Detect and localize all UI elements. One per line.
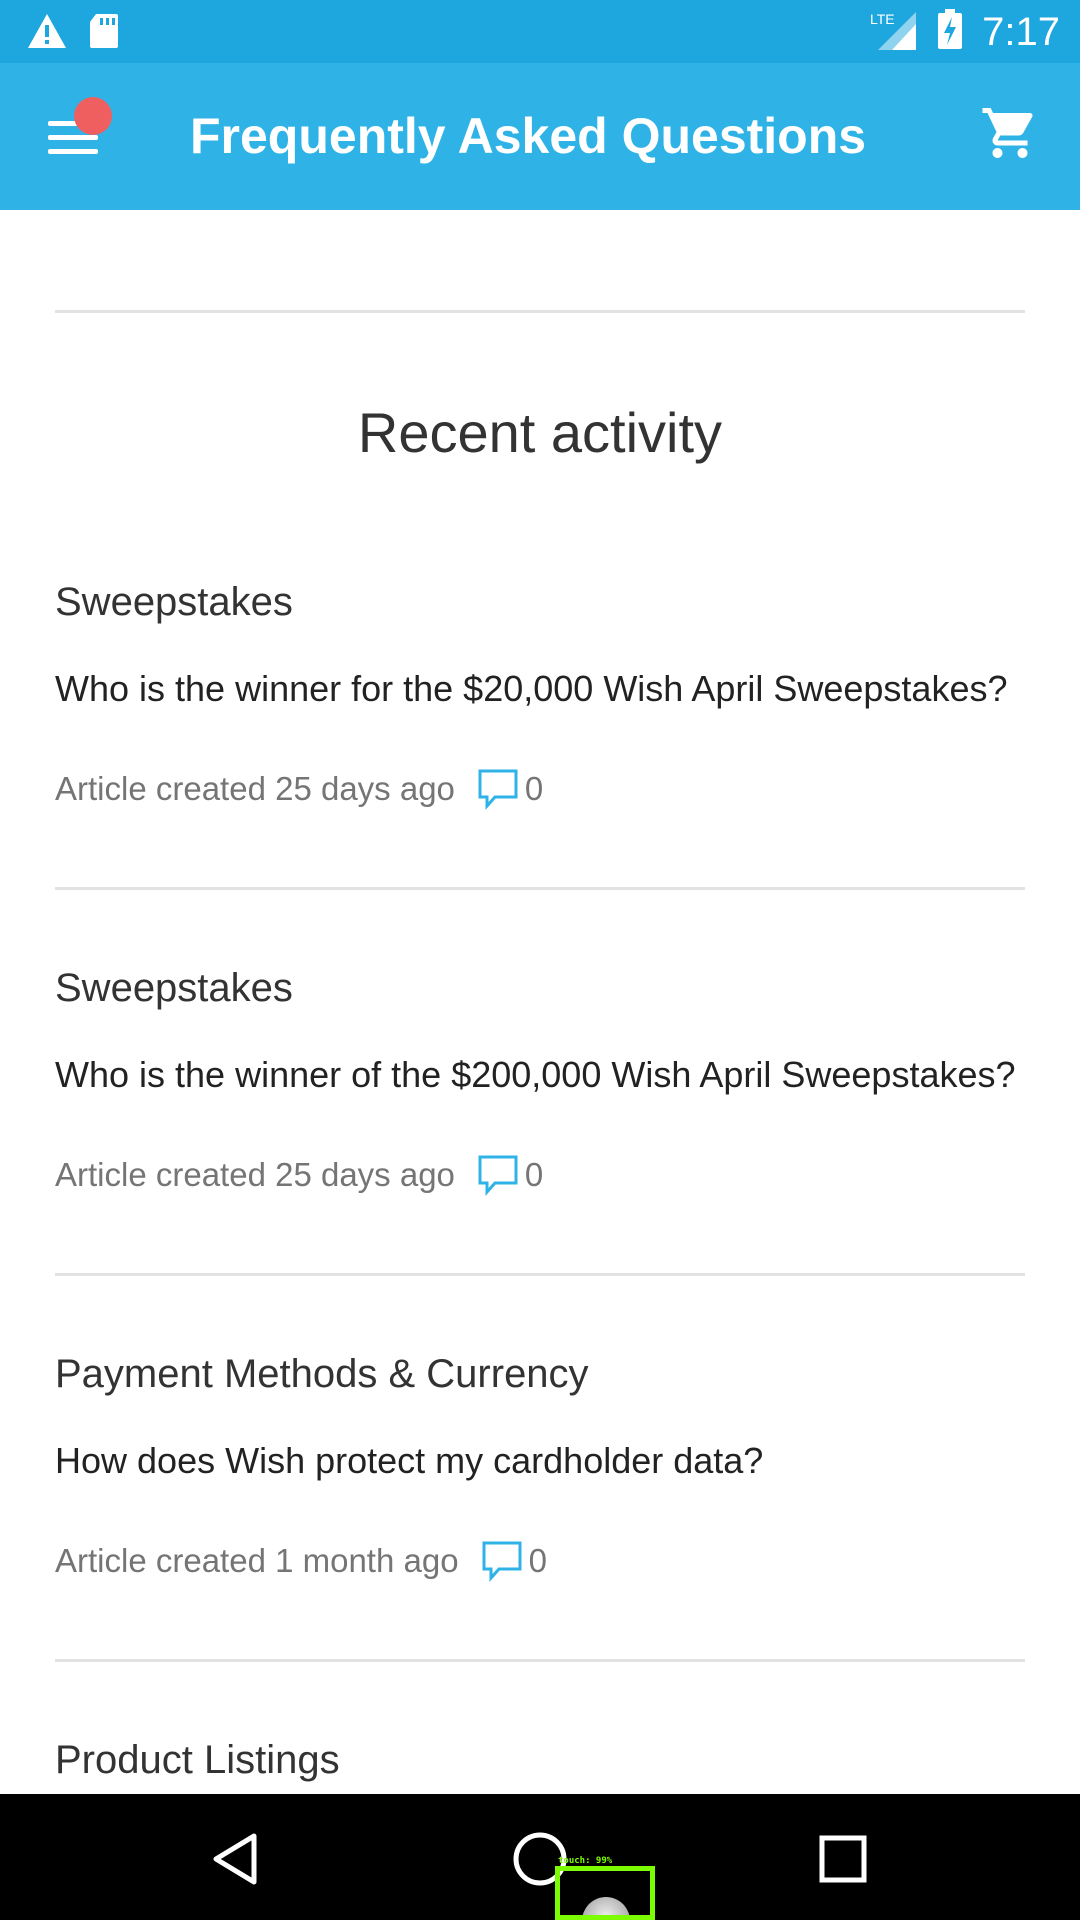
status-time: 7:17 <box>982 10 1060 54</box>
status-bar: LTE 7:17 <box>0 0 1080 63</box>
article-meta: Article created 25 days ago 0 <box>55 1154 543 1196</box>
warning-icon <box>26 12 68 55</box>
article-category[interactable]: Product Listings <box>55 1738 340 1783</box>
touch-point <box>582 1897 630 1915</box>
cart-button[interactable] <box>980 103 1050 173</box>
system-nav-bar <box>0 1794 1080 1920</box>
divider <box>55 310 1025 313</box>
comment-icon <box>481 1540 523 1582</box>
hamburger-menu-button[interactable] <box>40 97 112 173</box>
comment-count: 0 <box>524 1156 544 1193</box>
touch-indicator <box>555 1866 655 1920</box>
faq-content[interactable]: Recent activity Sweepstakes Who is the w… <box>0 210 1080 1794</box>
article-category[interactable]: Sweepstakes <box>55 966 293 1011</box>
article-category[interactable]: Payment Methods & Currency <box>55 1352 589 1397</box>
recents-icon <box>808 1835 878 1898</box>
article-created-text: Article created 25 days ago <box>55 1156 455 1193</box>
article-question-link[interactable]: Who is the winner of the $200,000 Wish A… <box>55 1054 1016 1096</box>
svg-text:LTE: LTE <box>870 11 895 27</box>
article-created-text: Article created 1 month ago <box>55 1542 459 1579</box>
section-title: Recent activity <box>357 401 723 464</box>
sd-card-icon <box>88 12 120 55</box>
back-icon <box>202 1833 272 1898</box>
comment-count: 0 <box>524 770 544 807</box>
back-button[interactable] <box>202 1824 272 1894</box>
divider <box>55 887 1025 890</box>
battery-charging-icon <box>936 9 964 56</box>
comment-icon <box>477 768 519 810</box>
shopping-cart-icon <box>980 108 1040 167</box>
divider <box>55 1273 1025 1276</box>
comment-count: 0 <box>528 1542 547 1579</box>
article-question-link[interactable]: Who is the winner for the $20,000 Wish A… <box>55 668 1008 710</box>
divider <box>55 1659 1025 1662</box>
touch-indicator-label: touch: 99% <box>558 1856 613 1866</box>
article-created-text: Article created 25 days ago <box>55 770 455 807</box>
page-title: Frequently Asked Questions <box>190 108 867 164</box>
notification-dot <box>74 97 112 135</box>
article-question-link[interactable]: How does Wish protect my cardholder data… <box>55 1440 763 1482</box>
recents-button[interactable] <box>808 1824 878 1894</box>
article-meta: Article created 1 month ago 0 <box>55 1540 547 1582</box>
article-meta: Article created 25 days ago 0 <box>55 768 543 810</box>
lte-signal-icon: LTE <box>870 8 918 57</box>
article-category[interactable]: Sweepstakes <box>55 580 293 625</box>
comment-icon <box>477 1154 519 1196</box>
app-bar: Frequently Asked Questions <box>0 63 1080 210</box>
